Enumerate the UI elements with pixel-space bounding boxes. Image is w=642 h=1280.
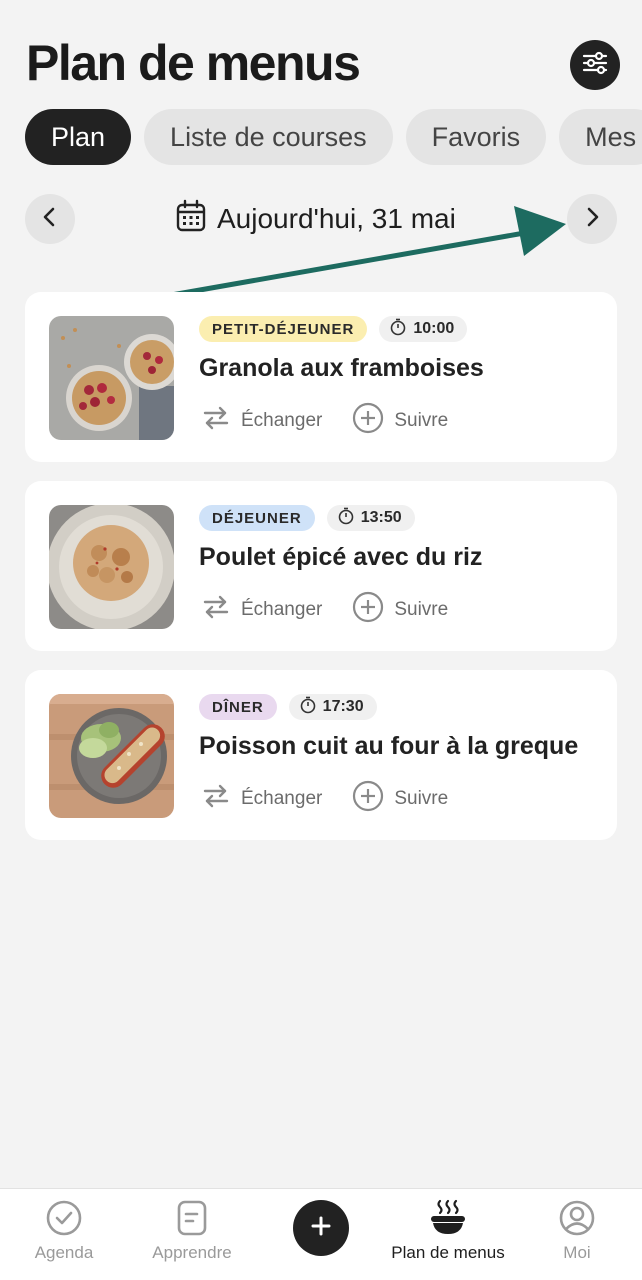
meal-name[interactable]: Granola aux framboises <box>199 354 484 383</box>
nav-item-me[interactable]: Moi <box>512 1199 642 1263</box>
meal-time: 13:50 <box>360 509 402 526</box>
page-title: Plan de menus <box>26 35 361 91</box>
filter-settings-button[interactable] <box>570 40 620 90</box>
stopwatch-icon <box>389 318 407 341</box>
nav-label: Plan de menus <box>391 1243 505 1262</box>
nav-item-meal-plan[interactable]: Plan de menus <box>383 1199 513 1263</box>
plus-circle-icon <box>352 591 384 629</box>
track-label: Suivre <box>394 599 449 620</box>
meal-category-badge: DÉJEUNER <box>199 505 315 531</box>
check-circle-icon <box>44 1199 84 1237</box>
nav-label: Agenda <box>34 1243 94 1262</box>
meal-card-dinner[interactable]: DÎNER 17:30 Poisson cuit au four à la gr… <box>25 670 617 840</box>
sliders-icon <box>580 48 610 83</box>
meal-category-badge: DÎNER <box>199 694 277 720</box>
swap-icon <box>201 781 231 817</box>
plus-circle-icon <box>352 780 384 818</box>
meal-card-lunch[interactable]: DÉJEUNER 13:50 Poulet épicé avec du riz … <box>25 481 617 651</box>
bottom-navigation: Agenda Apprendre Plan de menus Moi <box>0 1188 642 1280</box>
meal-name[interactable]: Poulet épicé avec du riz <box>199 543 482 572</box>
meal-category-badge: PETIT-DÉJEUNER <box>199 316 368 342</box>
meal-time-badge: 17:30 <box>288 694 377 720</box>
swap-label: Échanger <box>241 599 323 620</box>
tab-favorites[interactable]: Favoris <box>405 109 547 165</box>
tab-bar: Plan Liste de courses Favoris Mes <box>25 109 642 165</box>
meal-photo-baked-fish <box>49 694 174 818</box>
track-button[interactable]: Suivre <box>352 402 448 440</box>
tab-shopping-list[interactable]: Liste de courses <box>144 109 393 165</box>
track-button[interactable]: Suivre <box>352 591 448 629</box>
stopwatch-icon <box>337 507 355 530</box>
swap-icon <box>201 592 231 628</box>
date-label: Aujourd'hui, 31 mai <box>217 203 456 234</box>
meal-card-breakfast[interactable]: PETIT-DÉJEUNER 10:00 Granola aux framboi… <box>25 292 617 462</box>
meal-name[interactable]: Poisson cuit au four à la greque <box>199 732 578 761</box>
plus-icon <box>310 1215 332 1242</box>
date-display[interactable]: Aujourd'hui, 31 mai <box>175 197 456 241</box>
nav-item-learn[interactable]: Apprendre <box>127 1199 257 1263</box>
add-button[interactable] <box>293 1200 349 1256</box>
swap-label: Échanger <box>241 410 323 431</box>
stopwatch-icon <box>299 696 317 719</box>
next-day-button[interactable] <box>567 194 617 244</box>
meal-photo-chicken-rice <box>49 505 174 629</box>
meal-photo-granola <box>49 316 174 440</box>
swap-button[interactable]: Échanger <box>201 592 322 628</box>
swap-button[interactable]: Échanger <box>201 781 322 817</box>
swap-label: Échanger <box>241 788 323 809</box>
track-label: Suivre <box>394 410 449 431</box>
plus-circle-icon <box>352 402 384 440</box>
date-navigator: Aujourd'hui, 31 mai <box>25 194 617 244</box>
track-button[interactable]: Suivre <box>352 780 448 818</box>
chevron-right-icon <box>582 206 602 233</box>
calendar-icon <box>175 199 207 240</box>
track-label: Suivre <box>394 788 449 809</box>
nav-item-agenda[interactable]: Agenda <box>0 1199 129 1263</box>
meal-time: 17:30 <box>322 698 364 715</box>
document-icon <box>172 1199 212 1237</box>
tab-plan[interactable]: Plan <box>25 109 132 165</box>
nav-label: Moi <box>563 1243 591 1262</box>
meal-time-badge: 13:50 <box>326 505 415 531</box>
meal-time: 10:00 <box>413 320 455 337</box>
meal-time-badge: 10:00 <box>379 316 468 342</box>
chevron-left-icon <box>40 206 60 233</box>
tab-mine[interactable]: Mes <box>559 109 642 165</box>
previous-day-button[interactable] <box>25 194 75 244</box>
swap-button[interactable]: Échanger <box>201 403 322 439</box>
nav-label: Apprendre <box>152 1243 232 1262</box>
swap-icon <box>201 403 231 439</box>
bowl-icon <box>428 1199 468 1237</box>
user-circle-icon <box>557 1199 597 1237</box>
